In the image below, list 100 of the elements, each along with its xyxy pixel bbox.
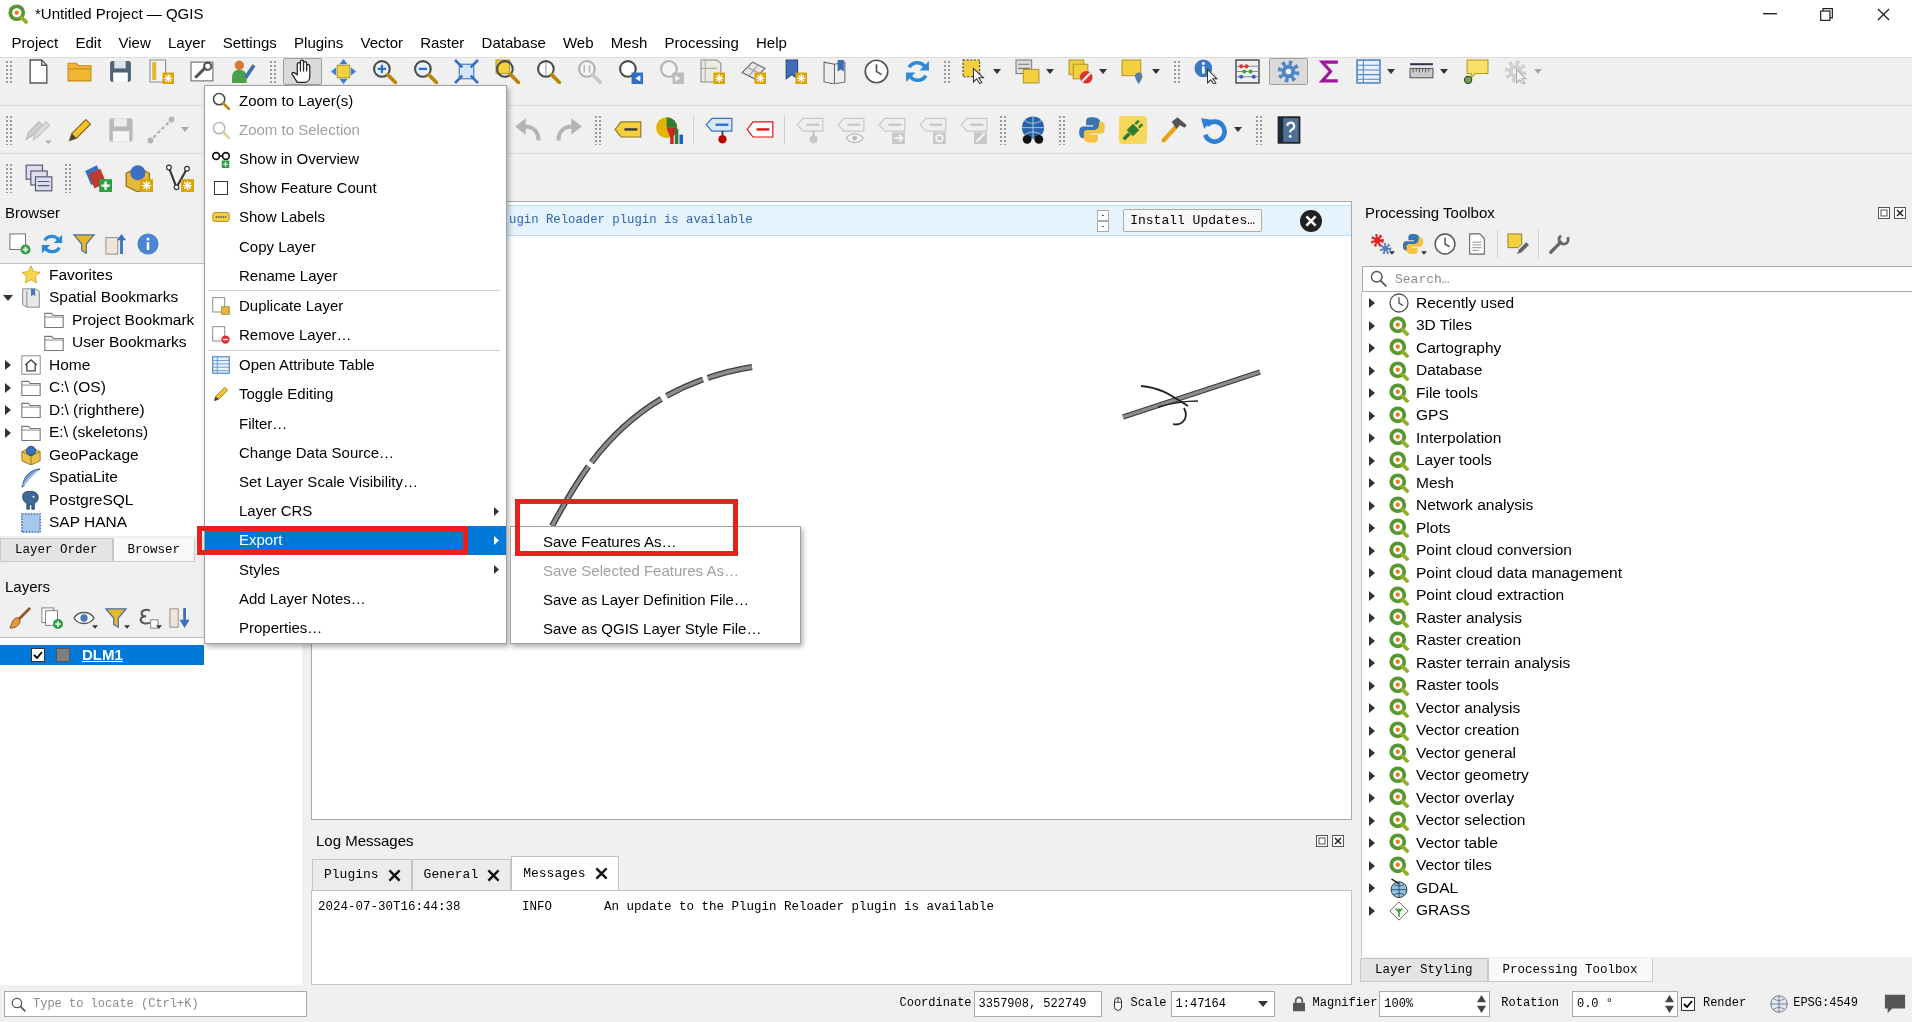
expand-arrow[interactable] bbox=[1369, 905, 1375, 916]
expand-arrow[interactable] bbox=[3, 294, 13, 301]
expand-arrow[interactable] bbox=[1369, 883, 1375, 894]
menu-item[interactable]: Open Attribute Table bbox=[205, 350, 506, 380]
tree-item[interactable]: Point cloud extraction bbox=[1416, 586, 1565, 606]
tab[interactable]: Layer Styling bbox=[1360, 958, 1488, 982]
expand-arrow[interactable] bbox=[1369, 388, 1375, 399]
menu-item[interactable]: Layer CRS bbox=[205, 496, 506, 526]
menu-item[interactable]: Save as QGIS Layer Style File… bbox=[511, 614, 800, 643]
tree-item[interactable]: Raster tools bbox=[1416, 676, 1499, 696]
layer-row[interactable]: DLM1 bbox=[0, 645, 204, 665]
expand-arrow[interactable] bbox=[1369, 365, 1375, 376]
menu-item[interactable]: Show Labels bbox=[205, 202, 506, 232]
expand-arrow[interactable] bbox=[1369, 500, 1375, 511]
menu-item[interactable]: Show in Overview bbox=[205, 144, 506, 174]
tree-item[interactable]: Raster creation bbox=[1416, 631, 1522, 651]
tree-item[interactable]: Layer tools bbox=[1416, 451, 1492, 471]
spin-arrows-icon[interactable] bbox=[1664, 994, 1674, 1013]
tree-item[interactable]: File tools bbox=[1416, 383, 1479, 403]
checkbox[interactable] bbox=[31, 648, 45, 662]
tree-item[interactable]: Home bbox=[49, 355, 91, 375]
tree-item[interactable]: GDAL bbox=[1416, 878, 1459, 898]
tree-item[interactable]: Spatial Bookmarks bbox=[49, 288, 179, 308]
tree-item[interactable]: GeoPackage bbox=[49, 445, 139, 465]
menu-item[interactable]: Duplicate Layer bbox=[205, 291, 506, 321]
menu-bar-item[interactable]: Database bbox=[472, 33, 555, 52]
expand-arrow[interactable] bbox=[5, 427, 11, 438]
menu-item[interactable]: Change Data Source… bbox=[205, 438, 506, 468]
tree-item[interactable]: Vector selection bbox=[1416, 811, 1526, 831]
menu-item[interactable]: Styles bbox=[205, 555, 506, 585]
menu-bar-item[interactable]: View bbox=[109, 33, 160, 52]
tree-item[interactable]: Project Bookmark bbox=[72, 310, 195, 330]
expand-arrow[interactable] bbox=[1369, 343, 1375, 354]
menu-bar-item[interactable]: Raster bbox=[411, 33, 473, 52]
float-icon[interactable] bbox=[1878, 207, 1890, 219]
tab[interactable]: Browser bbox=[112, 538, 196, 562]
tree-item[interactable]: Database bbox=[1416, 361, 1483, 381]
menu-item[interactable]: Remove Layer… bbox=[205, 320, 506, 350]
tree-item[interactable]: E:\ (skeletons) bbox=[49, 423, 149, 443]
tree-item[interactable]: Vector tiles bbox=[1416, 856, 1492, 876]
close-icon[interactable] bbox=[1894, 207, 1906, 219]
tree-item[interactable]: Vector analysis bbox=[1416, 698, 1521, 718]
tab[interactable]: General bbox=[411, 859, 512, 890]
tree-item[interactable]: GRASS bbox=[1416, 901, 1471, 921]
menu-bar-item[interactable]: Vector bbox=[351, 33, 412, 52]
expand-arrow[interactable] bbox=[1369, 680, 1375, 691]
tree-item[interactable]: SAP HANA bbox=[49, 513, 128, 533]
expand-arrow[interactable] bbox=[1369, 860, 1375, 871]
menu-item[interactable]: Rename Layer bbox=[205, 261, 506, 291]
expand-arrow[interactable] bbox=[1369, 793, 1375, 804]
close-icon[interactable] bbox=[487, 868, 501, 882]
expand-arrow[interactable] bbox=[5, 405, 11, 416]
menu-item[interactable]: Properties… bbox=[205, 613, 506, 643]
tree-item[interactable]: Vector table bbox=[1416, 833, 1498, 853]
menu-bar-item[interactable]: Web bbox=[554, 33, 603, 52]
install-updates-button[interactable]: Install Updates… bbox=[1123, 209, 1262, 232]
magnifier-field[interactable]: 100% bbox=[1379, 990, 1491, 1017]
menu-bar-item[interactable]: Settings bbox=[214, 33, 286, 52]
expand-arrow[interactable] bbox=[1369, 455, 1375, 466]
menu-item[interactable]: Toggle Editing bbox=[205, 379, 506, 410]
menu-item[interactable]: Zoom to Layer(s) bbox=[205, 86, 506, 116]
expand-arrow[interactable] bbox=[1369, 748, 1375, 759]
menu-item[interactable]: Add Layer Notes… bbox=[205, 584, 506, 614]
coordinate-field[interactable]: 3357908, 522749 bbox=[973, 990, 1102, 1017]
checkbox[interactable] bbox=[1680, 996, 1695, 1011]
menu-item[interactable]: Save as Layer Definition File… bbox=[511, 585, 800, 614]
tree-item[interactable]: Plots bbox=[1416, 518, 1451, 538]
tree-item[interactable]: Interpolation bbox=[1416, 428, 1502, 448]
locate-field[interactable]: Type to locate (Ctrl+K) bbox=[4, 990, 307, 1017]
float-icon[interactable] bbox=[1316, 835, 1328, 847]
tree-item[interactable]: SpatiaLite bbox=[49, 468, 118, 488]
tree-item[interactable]: Vector general bbox=[1416, 743, 1516, 763]
expand-arrow[interactable] bbox=[1369, 545, 1375, 556]
expand-arrow[interactable] bbox=[5, 360, 11, 371]
expand-arrow[interactable] bbox=[1369, 838, 1375, 849]
menu-item[interactable]: Set Layer Scale Visibility… bbox=[205, 467, 506, 497]
tree-item[interactable]: Favorites bbox=[49, 265, 113, 285]
expand-arrow[interactable] bbox=[1369, 725, 1375, 736]
drag-handle[interactable] bbox=[5, 60, 13, 84]
menu-item[interactable]: Show Feature Count bbox=[205, 173, 506, 203]
expand-arrow[interactable] bbox=[1369, 635, 1375, 646]
spin-arrows-icon[interactable] bbox=[1477, 994, 1487, 1013]
close-icon[interactable] bbox=[1332, 835, 1344, 847]
tree-item[interactable]: Cartography bbox=[1416, 338, 1502, 358]
rotation-field[interactable]: 0.0 ° bbox=[1571, 990, 1678, 1017]
close-icon[interactable] bbox=[594, 867, 608, 880]
menu-bar-item[interactable]: Plugins bbox=[285, 33, 352, 52]
tree-item[interactable]: D:\ (righthere) bbox=[49, 400, 145, 420]
menu-bar-item[interactable]: Edit bbox=[66, 33, 110, 52]
expand-arrow[interactable] bbox=[5, 382, 11, 393]
tab[interactable]: Layer Order bbox=[0, 538, 113, 562]
tree-item[interactable]: Raster terrain analysis bbox=[1416, 653, 1571, 673]
tree-item[interactable]: PostgreSQL bbox=[49, 490, 134, 510]
expand-arrow[interactable] bbox=[1369, 770, 1375, 781]
drag-handle[interactable] bbox=[943, 60, 951, 84]
checkbox[interactable] bbox=[214, 181, 228, 196]
drag-handle[interactable] bbox=[1173, 60, 1181, 84]
menu-item[interactable]: Save Features As… bbox=[511, 527, 800, 556]
expand-arrow[interactable] bbox=[1369, 298, 1375, 309]
tab[interactable]: Processing Toolbox bbox=[1487, 958, 1653, 982]
